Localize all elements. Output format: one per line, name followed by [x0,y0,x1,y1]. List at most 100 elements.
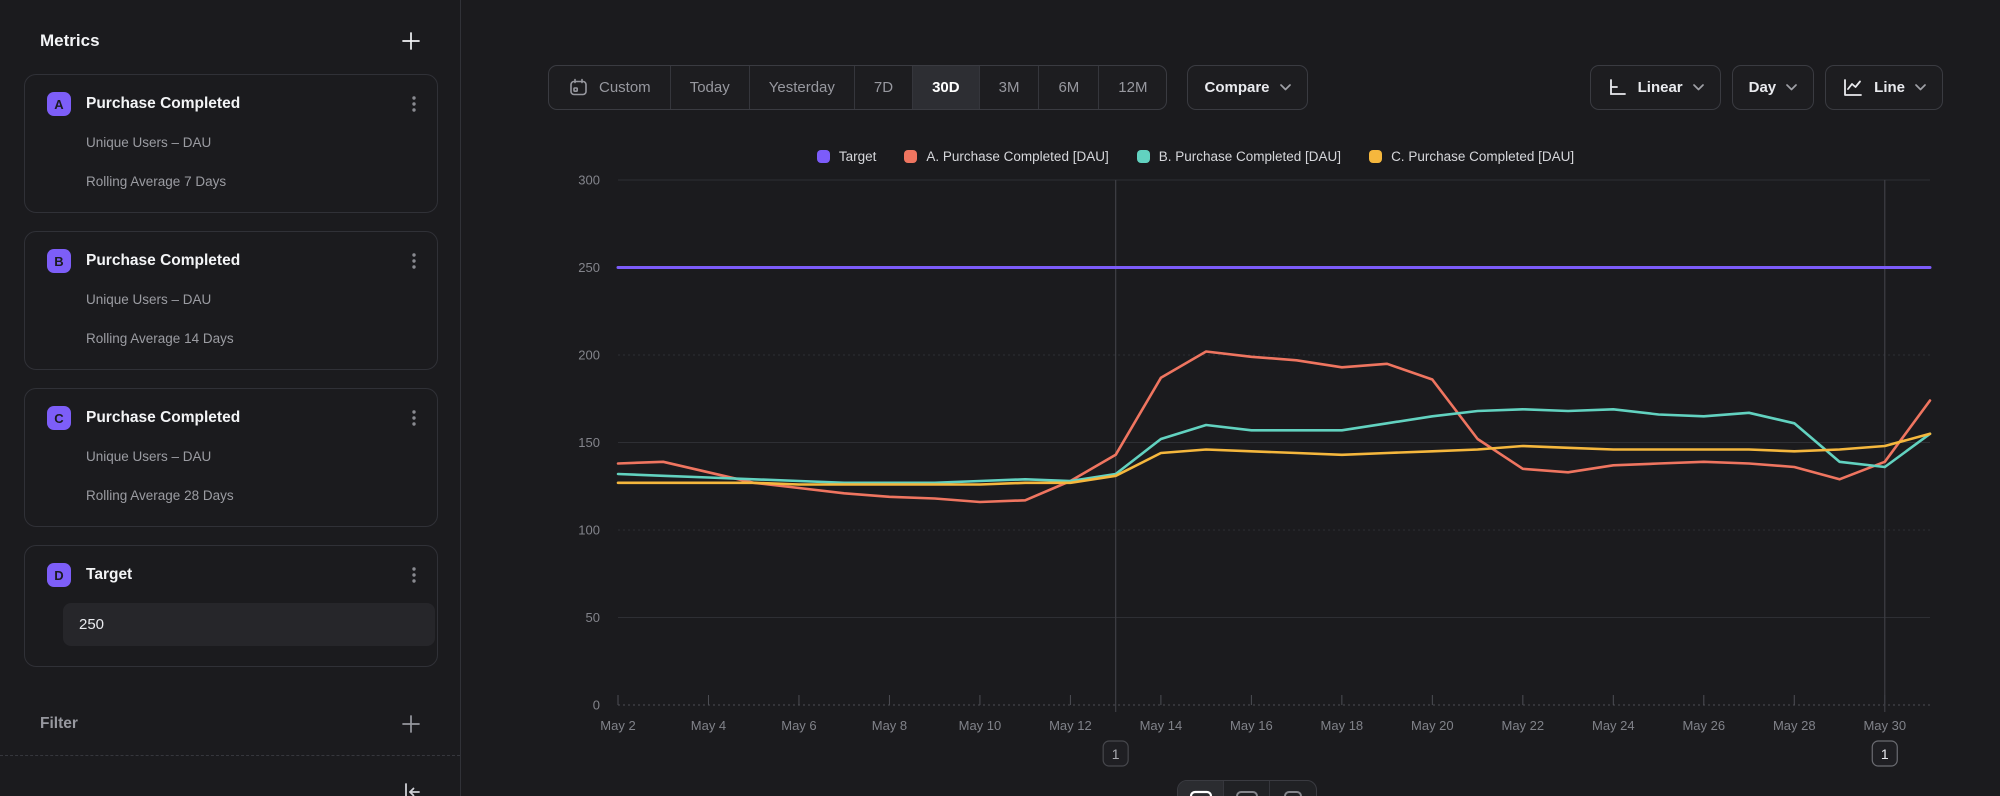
metric-title: Purchase Completed [86,95,240,113]
filter-section-label: Filter [40,715,78,733]
date-range-label: 30D [932,79,960,96]
date-range-today[interactable]: Today [671,66,750,109]
compare-button[interactable]: Compare [1187,65,1307,110]
series-line-a-purchase-completed-dau- [618,352,1930,503]
date-range-yesterday[interactable]: Yesterday [750,66,855,109]
layout-split-rows-button[interactable] [1224,781,1270,796]
target-card[interactable]: D Target [24,545,438,667]
layout-grid-button[interactable] [1270,781,1316,796]
series-line-c-purchase-completed-dau- [618,434,1930,485]
legend-swatch [817,150,830,163]
chevron-down-icon [1280,84,1291,91]
annotation-badge-label: 1 [1112,746,1120,762]
target-title: Target [86,566,132,584]
chart-type-label: Line [1874,79,1905,96]
chart-legend: Target A. Purchase Completed [DAU] B. Purc… [461,146,1930,166]
x-axis-label: May 24 [1592,718,1635,733]
chevron-down-icon [1915,84,1926,91]
metric-menu-button[interactable] [405,249,423,273]
series-line-b-purchase-completed-dau- [618,409,1930,483]
chart-panel: Custom Today Yesterday 7D 30D 3M 6M 12M Compare… [461,0,2000,796]
granularity-label: Day [1749,79,1777,96]
annotation-badge[interactable]: 1 [1872,741,1897,766]
date-range-custom[interactable]: Custom [549,66,671,109]
y-axis-label: 300 [578,173,600,188]
metric-measure: Unique Users – DAU [86,445,421,469]
x-axis-label: May 10 [959,718,1002,733]
compare-label: Compare [1204,79,1269,96]
x-axis-label: May 30 [1863,718,1906,733]
chevron-down-icon [1693,84,1704,91]
metric-transform: Rolling Average 28 Days [86,484,421,508]
collapse-sidebar-button[interactable] [400,780,424,796]
legend-item[interactable]: Target [817,149,877,164]
y-axis-label: 0 [593,698,600,713]
legend-swatch [904,150,917,163]
add-filter-button[interactable] [400,713,422,735]
x-axis-label: May 20 [1411,718,1454,733]
legend-item[interactable]: B. Purchase Completed [DAU] [1137,149,1341,164]
x-axis-label: May 4 [691,718,726,733]
metric-measure: Unique Users – DAU [86,131,421,155]
scale-label: Linear [1638,79,1683,96]
x-axis-label: May 26 [1682,718,1725,733]
legend-item[interactable]: A. Purchase Completed [DAU] [904,149,1108,164]
date-range-30d[interactable]: 30D [913,66,980,109]
date-range-label: Yesterday [769,79,835,96]
chevron-down-icon [1786,84,1797,91]
calendar-icon [568,77,589,98]
legend-label: A. Purchase Completed [DAU] [926,149,1108,164]
date-range-label: 7D [874,79,893,96]
line-chart-icon [1842,77,1864,98]
metrics-sidebar: Metrics A Purchase Completed Unique User… [0,0,461,796]
x-axis-label: May 22 [1502,718,1545,733]
metric-menu-button[interactable] [405,92,423,116]
x-axis-label: May 14 [1140,718,1183,733]
metric-measure: Unique Users – DAU [86,288,421,312]
add-metric-button[interactable] [400,30,422,52]
metric-menu-button[interactable] [405,406,423,430]
y-axis-label: 150 [578,435,600,450]
x-axis-label: May 16 [1230,718,1273,733]
metric-title: Purchase Completed [86,252,240,270]
date-range-label: 6M [1058,79,1079,96]
y-axis-label: 50 [586,610,600,625]
target-menu-button[interactable] [405,563,423,587]
metric-letter-badge: B [47,249,71,273]
metric-transform: Rolling Average 7 Days [86,170,421,194]
y-axis-label: 200 [578,348,600,363]
metric-card[interactable]: A Purchase Completed Unique Users – DAU … [24,74,438,213]
line-chart: 050100150200250300May 2May 4May 6May 8Ma… [461,170,2000,796]
date-range-label: 3M [999,79,1020,96]
metric-card[interactable]: C Purchase Completed Unique Users – DAU … [24,388,438,527]
legend-item[interactable]: C. Purchase Completed [DAU] [1369,149,1574,164]
date-range-label: Custom [599,79,651,96]
layout-single-chart-button[interactable] [1178,781,1224,796]
legend-swatch [1137,150,1150,163]
date-range-6m[interactable]: 6M [1039,66,1099,109]
metric-transform: Rolling Average 14 Days [86,327,421,351]
target-value-input[interactable] [63,603,435,646]
sidebar-divider [0,755,460,756]
legend-label: C. Purchase Completed [DAU] [1391,149,1574,164]
y-axis-label: 100 [578,523,600,538]
date-range-12m[interactable]: 12M [1099,66,1166,109]
granularity-selector-button[interactable]: Day [1732,65,1815,110]
metric-card-list: A Purchase Completed Unique Users – DAU … [24,74,438,667]
linear-axis-icon [1607,77,1628,98]
chart-type-selector-button[interactable]: Line [1825,65,1943,110]
date-range-label: Today [690,79,730,96]
annotation-badge[interactable]: 1 [1103,741,1128,766]
x-axis-label: May 28 [1773,718,1816,733]
x-axis-label: May 12 [1049,718,1092,733]
metric-card[interactable]: B Purchase Completed Unique Users – DAU … [24,231,438,370]
scale-selector-button[interactable]: Linear [1590,65,1721,110]
legend-label: Target [839,149,877,164]
date-range-7d[interactable]: 7D [855,66,913,109]
x-axis-label: May 6 [781,718,816,733]
chart-toolbar: Custom Today Yesterday 7D 30D 3M 6M 12M Compare… [548,65,1943,110]
date-range-3m[interactable]: 3M [980,66,1040,109]
y-axis-label: 250 [578,260,600,275]
x-axis-label: May 2 [600,718,635,733]
target-letter-badge: D [47,563,71,587]
